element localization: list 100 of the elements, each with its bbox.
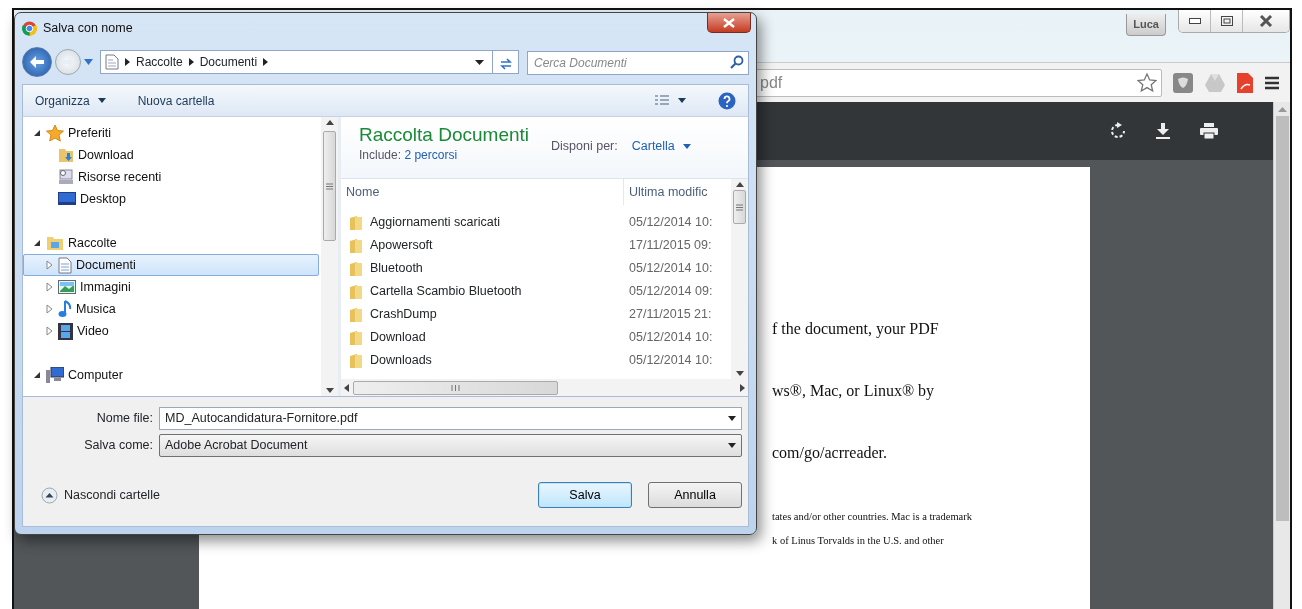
search-field[interactable]: Cerca Documenti xyxy=(527,51,749,75)
profile-badge[interactable]: Luca xyxy=(1126,14,1166,36)
restore-icon xyxy=(1220,16,1233,26)
file-row[interactable]: Downloads 05/12/2014 10: xyxy=(341,349,731,372)
pdf-icon[interactable] xyxy=(1236,71,1254,94)
pdf-text-line: ws®, Mac, or Linux® by xyxy=(772,381,935,402)
tree-item[interactable]: Video xyxy=(23,320,319,342)
expanded-icon[interactable] xyxy=(32,370,42,380)
search-icon[interactable] xyxy=(730,55,744,69)
file-date: 27/11/2015 21: xyxy=(628,306,712,324)
collapse-icon[interactable] xyxy=(41,486,58,504)
scrollbar-thumb[interactable] xyxy=(353,380,558,395)
scrollbar[interactable] xyxy=(341,379,748,396)
scroll-down-icon[interactable] xyxy=(735,371,744,376)
cancel-button[interactable]: Annulla xyxy=(648,482,742,508)
scrollbar[interactable] xyxy=(731,179,748,379)
breadcrumb-item[interactable]: Raccolte xyxy=(132,53,187,71)
filename-field[interactable]: MD_Autocandidatura-Fornitore.pdf xyxy=(159,407,742,430)
minimize-button[interactable] xyxy=(1179,10,1211,32)
breadcrumb-item[interactable]: Documenti xyxy=(195,53,262,71)
file-name: Bluetooth xyxy=(370,260,423,278)
help-icon[interactable] xyxy=(718,91,736,110)
expanded-icon[interactable] xyxy=(32,128,42,138)
grip-icon xyxy=(326,182,333,190)
print-icon[interactable] xyxy=(1200,123,1218,139)
file-row[interactable]: Apowersoft 17/11/2015 09: xyxy=(341,234,731,257)
download-icon[interactable] xyxy=(1156,123,1170,139)
rotate-icon[interactable] xyxy=(1110,122,1126,140)
scrollbar[interactable] xyxy=(1273,102,1290,609)
type-dropdown[interactable]: Adobe Acrobat Document xyxy=(159,434,742,457)
tree-item[interactable]: Risorse recenti xyxy=(23,166,319,188)
tree-item[interactable]: Desktop xyxy=(23,188,319,210)
scrollbar-thumb[interactable] xyxy=(323,131,336,241)
image-icon xyxy=(58,280,76,294)
scroll-left-icon[interactable] xyxy=(344,383,349,392)
address-bar[interactable]: Raccolte Documenti xyxy=(100,50,493,74)
scroll-down-icon[interactable] xyxy=(325,388,334,393)
collapsed-icon[interactable] xyxy=(44,326,54,336)
tree-item[interactable]: Download xyxy=(23,144,319,166)
view-options-button[interactable] xyxy=(654,94,686,107)
scrollbar-thumb[interactable] xyxy=(1275,116,1289,521)
file-row[interactable]: CrashDump 27/11/2015 21: xyxy=(341,303,731,326)
tree-item[interactable]: Raccolte xyxy=(23,232,319,254)
grip-icon xyxy=(451,384,460,391)
file-name: Apowersoft xyxy=(370,237,433,255)
file-date: 05/12/2014 10: xyxy=(628,260,713,278)
music-note-icon xyxy=(58,300,72,318)
arrange-dropdown[interactable]: Cartella xyxy=(631,137,691,156)
pdf-text-line: f the document, your PDF xyxy=(772,319,939,340)
scrollbar[interactable] xyxy=(321,117,338,396)
menu-icon[interactable] xyxy=(1264,75,1280,90)
file-row[interactable]: Bluetooth 05/12/2014 10: xyxy=(341,257,731,280)
refresh-icon xyxy=(498,57,513,70)
back-button[interactable] xyxy=(22,47,52,77)
file-date: 05/12/2014 10: xyxy=(628,329,713,347)
collapsed-icon[interactable] xyxy=(44,304,54,314)
file-name: Aggiornamenti scaricati xyxy=(370,214,500,232)
grip-icon xyxy=(736,203,743,211)
folder-icon xyxy=(349,260,363,277)
film-icon xyxy=(58,322,73,340)
restore-button[interactable] xyxy=(1211,10,1243,32)
pdf-text-line: com/go/acrreader. xyxy=(772,443,888,464)
tree-item[interactable]: Computer xyxy=(23,364,319,386)
expanded-icon[interactable] xyxy=(32,238,42,248)
include-link[interactable]: 2 percorsi xyxy=(404,148,458,162)
file-row[interactable]: Aggiornamenti scaricati 05/12/2014 10: xyxy=(341,211,731,234)
tree-item[interactable]: Musica xyxy=(23,298,319,320)
include-label: Include: xyxy=(359,148,402,162)
scrollbar-thumb[interactable] xyxy=(733,190,746,224)
organize-menu[interactable]: Organizza xyxy=(35,91,106,110)
column-header[interactable]: Ultima modific xyxy=(624,179,731,205)
new-folder-button[interactable]: Nuova cartella xyxy=(137,91,215,110)
tree-item[interactable]: Preferiti xyxy=(23,122,319,144)
caret-icon xyxy=(728,416,736,421)
star-icon[interactable] xyxy=(1137,72,1157,93)
scroll-right-icon[interactable] xyxy=(740,383,745,392)
hide-folders-toggle[interactable]: Nascondi cartelle xyxy=(64,485,160,505)
caret-icon xyxy=(728,443,736,448)
scroll-up-icon[interactable] xyxy=(735,182,744,187)
collapsed-icon[interactable] xyxy=(44,282,54,292)
scroll-up-icon[interactable] xyxy=(325,120,334,125)
tree-item[interactable]: Documenti xyxy=(23,254,319,276)
chevron-icon xyxy=(125,58,130,66)
file-date: 05/12/2014 10: xyxy=(628,214,713,232)
refresh-button[interactable] xyxy=(493,50,519,74)
save-button[interactable]: Salva xyxy=(538,482,632,508)
file-row[interactable]: Cartella Scambio Bluetooth 05/12/2014 09: xyxy=(341,280,731,303)
close-icon xyxy=(1259,15,1273,27)
arrange-label: Disponi per: xyxy=(551,138,618,155)
dropdown-icon[interactable] xyxy=(475,59,484,65)
extension-icon[interactable] xyxy=(1172,71,1194,94)
file-row[interactable]: Download 05/12/2014 10: xyxy=(341,326,731,349)
chevron-icon xyxy=(188,58,194,66)
collapsed-icon[interactable] xyxy=(44,260,54,270)
tree-item[interactable]: Immagini xyxy=(23,276,319,298)
column-header[interactable]: Nome xyxy=(341,179,624,205)
close-button[interactable] xyxy=(707,13,751,33)
close-button[interactable] xyxy=(1243,10,1289,32)
folder-icon xyxy=(349,214,363,231)
field-label: Nome file: xyxy=(95,410,154,428)
